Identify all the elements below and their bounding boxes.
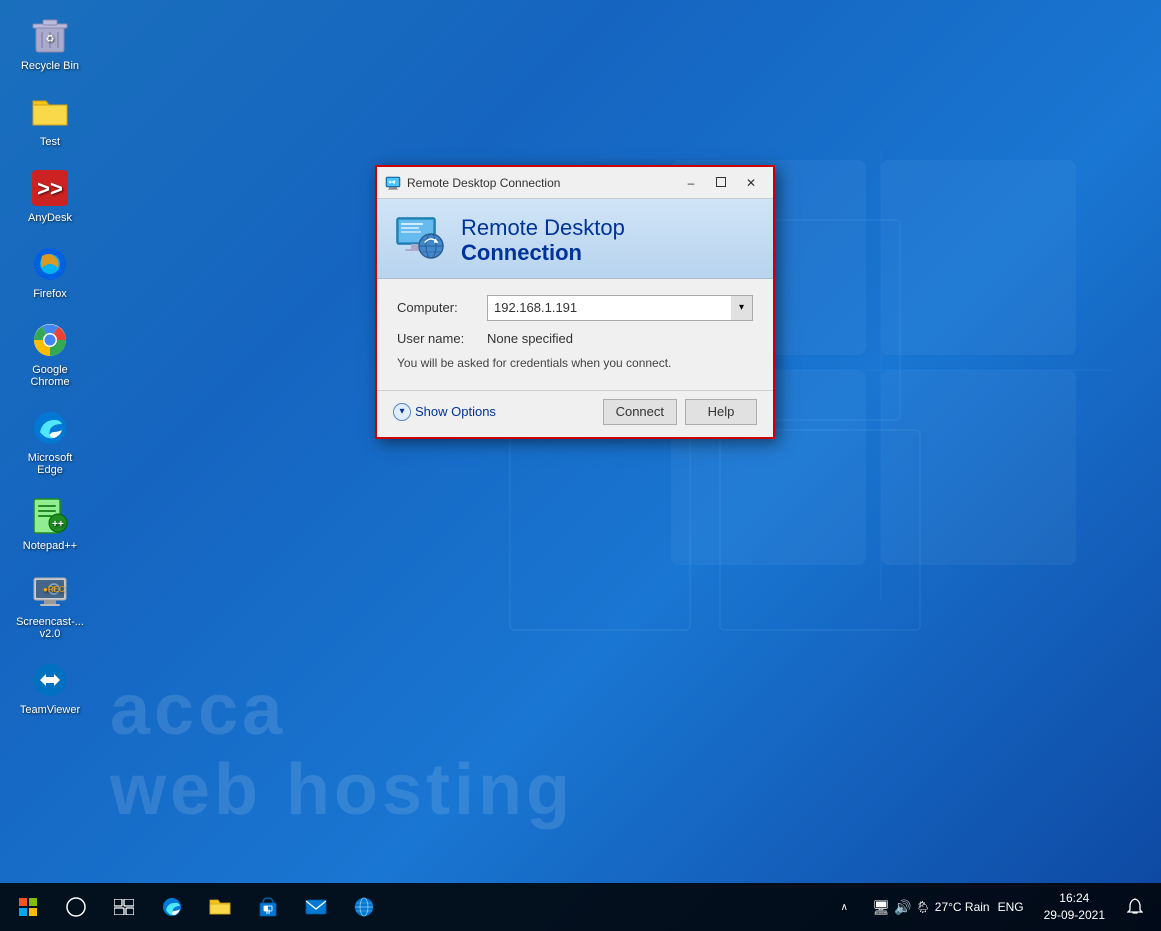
teamviewer-icon: [30, 660, 70, 700]
taskbar-time: 16:24: [1059, 890, 1089, 907]
google-chrome-icon: [30, 320, 70, 360]
taskbar: ▨ ∧ 🖥: [0, 883, 1161, 931]
desktop-icon-recycle-bin[interactable]: ♻ Recycle Bin: [10, 10, 90, 78]
rdp-show-options-label: Show Options: [415, 404, 496, 419]
taskbar-clock[interactable]: 16:24 29-09-2021: [1036, 890, 1113, 924]
taskbar-start-btn[interactable]: [4, 883, 52, 931]
rdp-computer-input[interactable]: [487, 295, 753, 321]
notepadpp-icon: ++: [30, 496, 70, 536]
taskbar-language[interactable]: ENG: [994, 900, 1028, 914]
rdp-header: Remote Desktop Connection: [377, 199, 773, 279]
taskbar-mail-btn[interactable]: [294, 885, 338, 929]
anydesk-icon: >>: [30, 168, 70, 208]
desktop-icon-microsoft-edge[interactable]: Microsoft Edge: [10, 402, 90, 482]
rdp-header-line2: Connection: [461, 240, 625, 265]
rdp-show-options[interactable]: ▾ Show Options: [393, 403, 595, 421]
desktop-icons-container: ♻ Recycle Bin Test >> AnyDe: [10, 10, 90, 722]
show-options-icon: ▾: [393, 403, 411, 421]
taskbar-search-btn[interactable]: [54, 885, 98, 929]
rdp-close-btn[interactable]: ✕: [737, 171, 765, 195]
desktop: acca web hosting ♻ Recycle Bin: [0, 0, 1161, 931]
rdp-computer-input-wrap: ▾: [487, 295, 753, 321]
rdp-logo: [393, 216, 449, 264]
taskbar-weather[interactable]: 🌦 27°C Rain: [916, 900, 990, 914]
svg-text:●REC: ●REC: [43, 585, 65, 594]
rdp-username-value: None specified: [487, 331, 573, 346]
test-folder-label: Test: [40, 136, 60, 148]
taskbar-network-icon[interactable]: 🖥: [872, 899, 890, 916]
rdp-restore-btn[interactable]: [707, 171, 735, 195]
taskbar-volume-icon[interactable]: 🔊: [894, 899, 911, 916]
taskbar-tray: ∧ 🖥 🔊 🌦 27°C Rain ENG: [812, 885, 1035, 929]
rdp-computer-label: Computer:: [397, 300, 487, 315]
microsoft-edge-label: Microsoft Edge: [14, 452, 86, 476]
rdp-computer-dropdown[interactable]: ▾: [731, 295, 753, 321]
desktop-icon-anydesk[interactable]: >> AnyDesk: [10, 162, 90, 230]
desktop-icon-notepadpp[interactable]: ++ Notepad++: [10, 490, 90, 558]
rdp-minimize-btn[interactable]: –: [677, 171, 705, 195]
svg-text:>>: >>: [37, 176, 63, 201]
taskbar-taskview-btn[interactable]: [102, 885, 146, 929]
recycle-bin-label: Recycle Bin: [21, 60, 79, 72]
rdp-titlebar-text: Remote Desktop Connection: [407, 176, 671, 190]
teamviewer-label: TeamViewer: [20, 704, 80, 716]
test-folder-icon: [30, 92, 70, 132]
rdp-help-btn[interactable]: Help: [685, 399, 757, 425]
desktop-icon-teamviewer[interactable]: TeamViewer: [10, 654, 90, 722]
taskbar-date: 29-09-2021: [1044, 907, 1105, 924]
taskbar-notification-btn[interactable]: [1113, 883, 1157, 931]
firefox-label: Firefox: [33, 288, 67, 300]
recycle-bin-icon: ♻: [30, 16, 70, 56]
svg-text:♻: ♻: [46, 34, 55, 45]
taskbar-globe-btn[interactable]: [342, 885, 386, 929]
rdp-header-title: Remote Desktop Connection: [461, 215, 625, 266]
screencast-icon: ●REC: [30, 572, 70, 612]
anydesk-label: AnyDesk: [28, 212, 72, 224]
rdp-username-label: User name:: [397, 331, 487, 346]
desktop-icon-google-chrome[interactable]: Google Chrome: [10, 314, 90, 394]
rdp-credentials-note: You will be asked for credentials when y…: [397, 356, 753, 370]
microsoft-edge-icon: [30, 408, 70, 448]
firefox-icon: [30, 244, 70, 284]
rdp-titlebar: Remote Desktop Connection – ✕: [377, 167, 773, 199]
google-chrome-label: Google Chrome: [14, 364, 86, 388]
rdp-computer-field: Computer: ▾: [397, 295, 753, 321]
notepadpp-label: Notepad++: [23, 540, 77, 552]
rdp-dialog: Remote Desktop Connection – ✕: [375, 165, 775, 439]
taskbar-store-btn[interactable]: ▨: [246, 885, 290, 929]
taskbar-tray-chevron[interactable]: ∧: [822, 885, 866, 929]
taskbar-explorer-btn[interactable]: [198, 885, 242, 929]
rdp-body: Computer: ▾ User name: None specified Yo…: [377, 279, 773, 390]
rdp-titlebar-icon: [385, 175, 401, 191]
svg-text:++: ++: [52, 519, 64, 530]
desktop-icon-firefox[interactable]: Firefox: [10, 238, 90, 306]
rdp-titlebar-controls: – ✕: [677, 171, 765, 195]
taskbar-edge-btn[interactable]: [150, 885, 194, 929]
rdp-connect-btn[interactable]: Connect: [603, 399, 677, 425]
svg-text:▨: ▨: [266, 909, 271, 915]
screencast-label: Screencast-...v2.0: [16, 616, 84, 640]
desktop-icon-test[interactable]: Test: [10, 86, 90, 154]
desktop-icon-screencast[interactable]: ●REC Screencast-...v2.0: [10, 566, 90, 646]
rdp-header-line1: Remote Desktop: [461, 215, 625, 240]
rdp-username-field: User name: None specified: [397, 331, 753, 346]
rdp-footer: ▾ Show Options Connect Help: [377, 390, 773, 437]
